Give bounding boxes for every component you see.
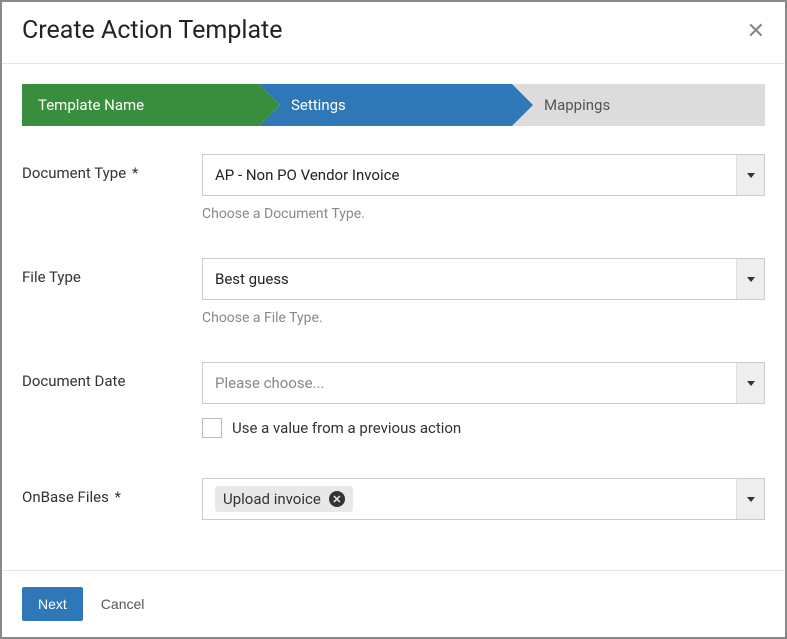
chevron-down-icon [736, 259, 764, 299]
checkbox-label: Use a value from a previous action [232, 419, 461, 437]
modal-footer: Next Cancel [2, 570, 785, 637]
step-label: Template Name [38, 96, 144, 114]
input-col-document-date: Please choose... Use a value from a prev… [202, 362, 765, 468]
file-type-select[interactable]: Best guess [202, 258, 765, 300]
required-mark: * [115, 488, 121, 506]
step-label: Settings [291, 96, 346, 114]
help-text-document-type: Choose a Document Type. [202, 206, 765, 222]
label-document-type: Document Type * [22, 154, 202, 182]
next-button[interactable]: Next [22, 587, 83, 621]
label-document-date: Document Date [22, 362, 202, 390]
required-mark: * [132, 164, 138, 182]
chevron-down-icon [736, 155, 764, 195]
checkbox-row-previous-action: Use a value from a previous action [202, 418, 765, 438]
select-value: AP - Non PO Vendor Invoice [203, 166, 736, 184]
use-previous-action-checkbox[interactable] [202, 418, 222, 438]
wizard-stepper: Template Name Settings Mappings [22, 84, 765, 126]
step-settings[interactable]: Settings [259, 84, 512, 126]
onbase-files-select[interactable]: Upload invoice ✕ [202, 478, 765, 520]
select-value: Best guess [203, 270, 736, 288]
chip-label: Upload invoice [223, 490, 321, 508]
label-file-type: File Type [22, 258, 202, 286]
chevron-down-icon [736, 363, 764, 403]
help-text-file-type: Choose a File Type. [202, 310, 765, 326]
modal-body: Template Name Settings Mappings Document… [2, 64, 785, 570]
row-file-type: File Type Best guess Choose a File Type. [22, 258, 765, 352]
modal-header: Create Action Template ✕ [2, 2, 785, 64]
label-onbase-files: OnBase Files * [22, 478, 202, 506]
step-label: Mappings [544, 96, 610, 114]
input-col-document-type: AP - Non PO Vendor Invoice Choose a Docu… [202, 154, 765, 248]
document-date-select[interactable]: Please choose... [202, 362, 765, 404]
row-document-date: Document Date Please choose... Use a val… [22, 362, 765, 468]
create-action-template-modal: Create Action Template ✕ Template Name S… [0, 0, 787, 639]
close-button[interactable]: ✕ [747, 20, 765, 42]
cancel-button[interactable]: Cancel [101, 596, 145, 612]
step-mappings[interactable]: Mappings [512, 84, 765, 126]
modal-title: Create Action Template [22, 16, 282, 45]
chevron-down-icon [736, 479, 764, 519]
select-chip-container: Upload invoice ✕ [203, 486, 736, 512]
row-document-type: Document Type * AP - Non PO Vendor Invoi… [22, 154, 765, 248]
close-icon: ✕ [747, 18, 765, 43]
input-col-file-type: Best guess Choose a File Type. [202, 258, 765, 352]
select-placeholder: Please choose... [203, 374, 736, 392]
chip-upload-invoice: Upload invoice ✕ [215, 486, 353, 512]
step-template-name[interactable]: Template Name [22, 84, 259, 126]
chip-remove-icon[interactable]: ✕ [329, 491, 345, 507]
document-type-select[interactable]: AP - Non PO Vendor Invoice [202, 154, 765, 196]
row-onbase-files: OnBase Files * Upload invoice ✕ [22, 478, 765, 520]
input-col-onbase-files: Upload invoice ✕ [202, 478, 765, 520]
